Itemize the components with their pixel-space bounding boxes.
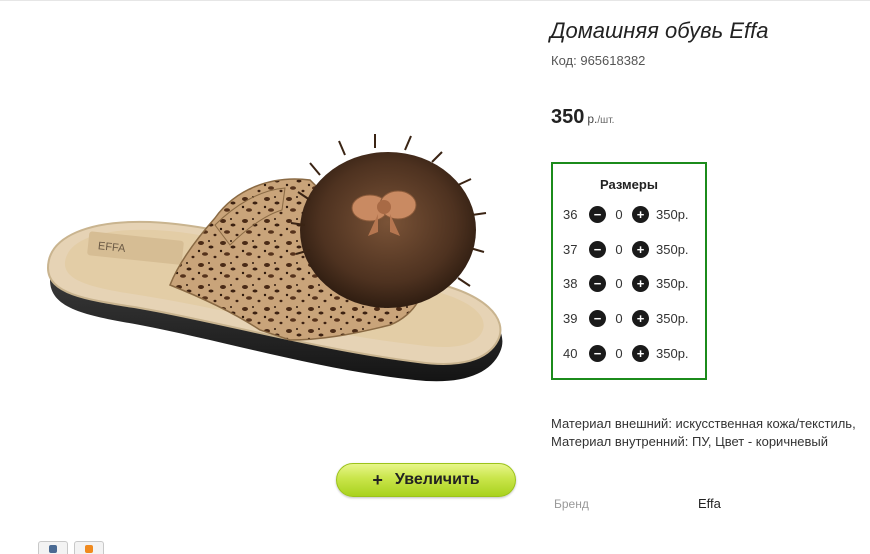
size-row: 37 − 0 + 350р. xyxy=(563,239,689,259)
top-divider xyxy=(0,0,870,1)
product-description: Материал внешний: искусственная кожа/тек… xyxy=(551,416,856,449)
minus-icon[interactable]: − xyxy=(589,274,606,292)
size-row: 36 − 0 + 350р. xyxy=(563,204,689,224)
plus-icon[interactable]: + xyxy=(632,309,649,327)
size-value: 36 xyxy=(563,206,578,222)
quantity-value: 0 xyxy=(615,345,623,361)
zoom-button[interactable]: + Увеличить xyxy=(336,463,516,497)
size-price: 350р. xyxy=(656,241,689,257)
quantity-value: 0 xyxy=(615,206,623,222)
product-code-label: Код: xyxy=(551,53,577,68)
plus-icon[interactable]: + xyxy=(632,240,649,258)
plus-icon: + xyxy=(372,469,383,490)
size-value: 38 xyxy=(563,275,578,291)
minus-icon[interactable]: − xyxy=(589,344,606,362)
size-price: 350р. xyxy=(656,275,689,291)
zoom-button-label: Увеличить xyxy=(394,471,480,488)
size-price: 350р. xyxy=(656,206,689,222)
brand-label: Бренд xyxy=(554,497,589,511)
size-value: 37 xyxy=(563,241,578,257)
size-price: 350р. xyxy=(656,310,689,326)
size-value: 40 xyxy=(563,345,578,361)
quantity-value: 0 xyxy=(615,310,623,326)
plus-icon[interactable]: + xyxy=(632,344,649,362)
plus-icon[interactable]: + xyxy=(632,205,649,223)
sizes-title: Размеры xyxy=(600,177,658,192)
minus-icon[interactable]: − xyxy=(589,240,606,258)
sizes-panel: Размеры 36 − 0 + 350р. 37 − 0 + 350р. 38… xyxy=(551,162,707,380)
size-price: 350р. xyxy=(656,345,689,361)
product-title: Домашняя обувь Effa xyxy=(550,18,769,43)
size-value: 39 xyxy=(563,310,578,326)
product-image[interactable]: EFFA xyxy=(20,40,520,460)
product-code: Код: 965618382 xyxy=(551,53,645,68)
size-row: 40 − 0 + 350р. xyxy=(563,343,689,363)
size-row: 38 − 0 + 350р. xyxy=(563,273,689,293)
price-currency: р. xyxy=(587,112,598,126)
brand-value: Effa xyxy=(698,496,721,511)
quantity-value: 0 xyxy=(615,241,623,257)
minus-icon[interactable]: − xyxy=(589,205,606,223)
price-value: 350 xyxy=(551,106,585,128)
minus-icon[interactable]: − xyxy=(589,309,606,327)
product-code-value: 965618382 xyxy=(580,53,646,68)
product-price: 350 р./шт. xyxy=(551,106,614,129)
quantity-value: 0 xyxy=(615,275,623,291)
price-per-unit: /шт. xyxy=(597,115,615,126)
plus-icon[interactable]: + xyxy=(632,274,649,292)
size-row: 39 − 0 + 350р. xyxy=(563,308,689,328)
